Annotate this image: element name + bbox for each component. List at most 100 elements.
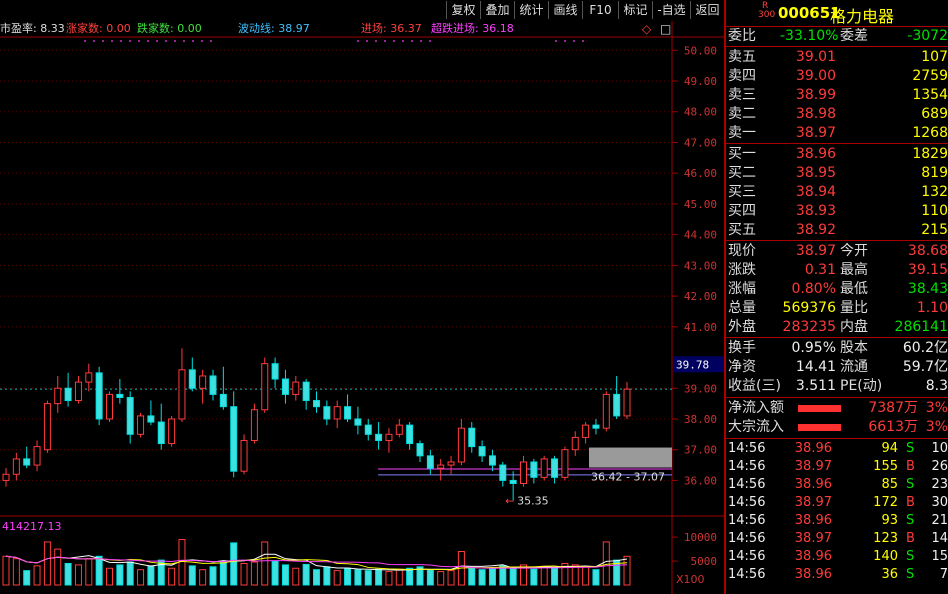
volume-bar[interactable] xyxy=(209,566,217,586)
kline-chart[interactable]: 50.00 49.00 48.00 47.00 46.00 45.00 44.00 43.00… xyxy=(0,0,726,594)
volume-bar[interactable] xyxy=(2,555,10,586)
candle-body[interactable] xyxy=(199,375,207,389)
candle-body[interactable] xyxy=(571,436,579,451)
candle-body[interactable] xyxy=(116,393,124,398)
volume-bar[interactable] xyxy=(199,569,207,586)
volume-bar[interactable] xyxy=(488,568,496,586)
candle-body[interactable] xyxy=(551,458,559,478)
candle-body[interactable] xyxy=(74,381,82,402)
candle-body[interactable] xyxy=(54,387,62,405)
volume-bar[interactable] xyxy=(219,560,227,586)
volume-bar[interactable] xyxy=(468,567,476,586)
volume-bar[interactable] xyxy=(302,563,310,586)
volume-bar[interactable] xyxy=(95,555,103,586)
volume-bar[interactable] xyxy=(447,570,455,586)
volume-bar[interactable] xyxy=(116,564,124,586)
candle-body[interactable] xyxy=(95,372,103,420)
volume-bar[interactable] xyxy=(126,561,134,586)
volume-bar[interactable] xyxy=(509,567,517,586)
candle-body[interactable] xyxy=(385,433,393,441)
candle-body[interactable] xyxy=(344,406,352,420)
volume-bar[interactable] xyxy=(530,568,538,586)
volume-bar[interactable] xyxy=(261,541,269,586)
volume-bar[interactable] xyxy=(12,558,20,586)
candle-body[interactable] xyxy=(261,363,269,411)
volume-bar[interactable] xyxy=(364,570,372,586)
candle-body[interactable] xyxy=(520,461,527,484)
volume-bar[interactable] xyxy=(281,564,289,586)
candle-body[interactable] xyxy=(488,455,496,466)
candle-body[interactable] xyxy=(437,464,445,469)
candle-body[interactable] xyxy=(613,393,621,417)
candle-body[interactable] xyxy=(478,446,486,457)
volume-bar[interactable] xyxy=(33,565,41,586)
volume-bar[interactable] xyxy=(54,548,62,586)
candle-body[interactable] xyxy=(126,396,134,435)
candle-body[interactable] xyxy=(188,369,196,389)
candle-body[interactable] xyxy=(416,443,424,457)
volume-bar[interactable] xyxy=(478,569,486,586)
candle-body[interactable] xyxy=(64,387,72,402)
volume-bar[interactable] xyxy=(437,571,445,586)
volume-bar[interactable] xyxy=(240,562,248,586)
candle-body[interactable] xyxy=(250,409,258,441)
candle-body[interactable] xyxy=(137,415,145,435)
volume-bar[interactable] xyxy=(582,566,590,586)
volume-bar[interactable] xyxy=(137,569,145,586)
candle-body[interactable] xyxy=(540,458,548,478)
volume-bar[interactable] xyxy=(230,542,238,586)
volume-bar[interactable] xyxy=(385,571,393,586)
candle-body[interactable] xyxy=(219,393,227,408)
volume-bar[interactable] xyxy=(313,569,320,586)
candle-body[interactable] xyxy=(168,418,176,445)
candle-body[interactable] xyxy=(592,424,600,429)
volume-bar[interactable] xyxy=(147,565,155,586)
candle-body[interactable] xyxy=(271,363,279,380)
candle-body[interactable] xyxy=(323,406,331,420)
candle-body[interactable] xyxy=(582,424,590,438)
candle-body[interactable] xyxy=(209,375,217,395)
volume-bar[interactable] xyxy=(406,567,414,586)
candle-body[interactable] xyxy=(2,473,10,481)
candle-body[interactable] xyxy=(561,449,569,478)
candle-body[interactable] xyxy=(354,418,362,426)
volume-bar[interactable] xyxy=(85,558,93,586)
candle-body[interactable] xyxy=(623,388,631,417)
candle-body[interactable] xyxy=(364,424,372,435)
candle-body[interactable] xyxy=(375,433,383,441)
volume-bar[interactable] xyxy=(43,541,51,586)
candle-body[interactable] xyxy=(23,458,31,466)
candle-body[interactable] xyxy=(406,424,414,445)
volume-bar[interactable] xyxy=(623,555,631,586)
candle-body[interactable] xyxy=(178,369,186,420)
candle-body[interactable] xyxy=(302,381,310,402)
volume-bar[interactable] xyxy=(592,569,600,586)
volume-bar[interactable] xyxy=(602,541,610,586)
candle-body[interactable] xyxy=(457,427,465,463)
candle-body[interactable] xyxy=(313,400,320,408)
candle-body[interactable] xyxy=(43,403,51,451)
volume-bar[interactable] xyxy=(540,565,548,586)
candle-body[interactable] xyxy=(106,393,113,420)
candle-body[interactable] xyxy=(33,446,41,466)
volume-bar[interactable] xyxy=(354,569,362,586)
volume-bar[interactable] xyxy=(499,565,507,586)
candle-body[interactable] xyxy=(447,461,455,466)
volume-bar[interactable] xyxy=(292,567,300,586)
candle-body[interactable] xyxy=(230,406,238,472)
volume-bar[interactable] xyxy=(74,564,82,586)
volume-bar[interactable] xyxy=(395,569,403,586)
candle-body[interactable] xyxy=(292,381,300,395)
volume-bar[interactable] xyxy=(323,566,331,586)
candle-body[interactable] xyxy=(499,464,507,481)
volume-bar[interactable] xyxy=(250,561,258,586)
volume-bar[interactable] xyxy=(168,567,176,586)
candle-body[interactable] xyxy=(468,427,476,448)
volume-bar[interactable] xyxy=(571,564,579,586)
volume-bar[interactable] xyxy=(333,570,341,586)
candle-body[interactable] xyxy=(333,406,341,420)
volume-bar[interactable] xyxy=(375,568,383,586)
volume-bar[interactable] xyxy=(344,567,352,586)
candle-body[interactable] xyxy=(12,458,20,475)
volume-bar[interactable] xyxy=(188,565,196,586)
